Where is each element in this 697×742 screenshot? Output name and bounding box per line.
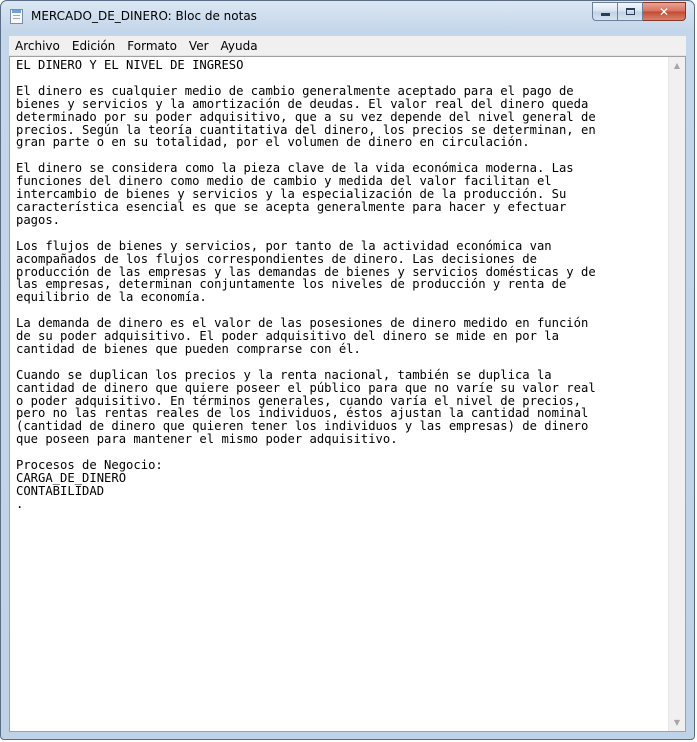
- title-bar[interactable]: MERCADO_DE_DINERO: Bloc de notas ✕: [1, 1, 694, 31]
- minimize-icon: [600, 13, 610, 16]
- close-icon: ✕: [658, 4, 670, 19]
- minimize-button[interactable]: [592, 2, 618, 21]
- vertical-scrollbar[interactable]: ▲ ▼: [668, 57, 685, 731]
- maximize-button[interactable]: [618, 2, 643, 21]
- menu-ver[interactable]: Ver: [183, 39, 215, 53]
- maximize-icon: [625, 8, 635, 15]
- scroll-down-arrow-icon[interactable]: ▼: [669, 714, 685, 731]
- menu-archivo[interactable]: Archivo: [9, 39, 66, 53]
- close-button[interactable]: ✕: [643, 2, 686, 21]
- menu-ayuda[interactable]: Ayuda: [215, 39, 264, 53]
- menu-edicion[interactable]: Edición: [66, 39, 121, 53]
- editor-frame: EL DINERO Y EL NIVEL DE INGRESO El diner…: [9, 56, 686, 732]
- scroll-up-arrow-icon[interactable]: ▲: [669, 57, 685, 74]
- window-title: MERCADO_DE_DINERO: Bloc de notas: [31, 9, 257, 23]
- notepad-window: MERCADO_DE_DINERO: Bloc de notas ✕ Archi…: [0, 0, 695, 740]
- notepad-icon[interactable]: [10, 9, 23, 24]
- caption-buttons: ✕: [592, 2, 686, 21]
- menu-bar: Archivo Edición Formato Ver Ayuda: [9, 36, 686, 56]
- menu-formato[interactable]: Formato: [121, 39, 183, 53]
- document-text-area[interactable]: EL DINERO Y EL NIVEL DE INGRESO El diner…: [10, 57, 668, 731]
